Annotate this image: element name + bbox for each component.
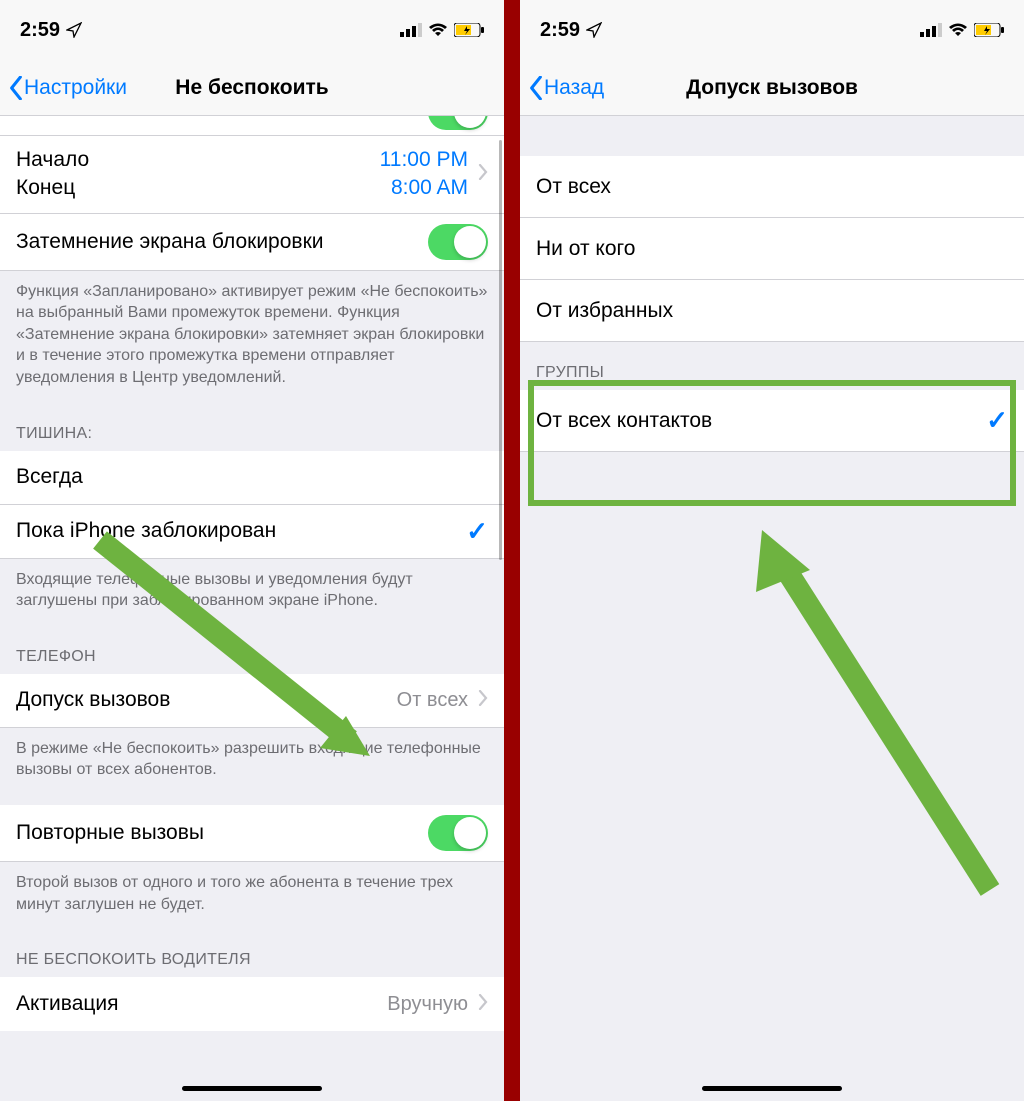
cellular-icon <box>400 23 422 37</box>
cellular-icon <box>920 23 942 37</box>
activation-row[interactable]: Активация Вручную <box>0 977 504 1031</box>
scheduled-switch[interactable] <box>428 116 488 130</box>
nav-bar: Назад Допуск вызовов <box>520 60 1024 116</box>
scheduled-footer: Функция «Запланировано» активирует режим… <box>0 271 504 403</box>
end-label: Конец <box>16 174 380 202</box>
silence-always-row[interactable]: Всегда <box>0 451 504 505</box>
battery-charging-icon <box>974 23 1004 37</box>
checkmark-icon: ✓ <box>466 516 488 547</box>
status-time: 2:59 <box>540 19 580 42</box>
back-label: Назад <box>544 76 604 100</box>
status-bar: 2:59 <box>520 0 1024 60</box>
wifi-icon <box>428 23 448 37</box>
battery-charging-icon <box>454 23 484 37</box>
silence-always-label: Всегда <box>16 465 488 489</box>
dim-lock-label: Затемнение экрана блокировки <box>16 230 428 254</box>
allow-calls-value: От всех <box>397 689 468 712</box>
dim-lock-screen-row[interactable]: Затемнение экрана блокировки <box>0 214 504 271</box>
settings-content: Начало Конец 11:00 PM 8:00 AM Затемнение… <box>0 116 504 1031</box>
repeated-label: Повторные вызовы <box>16 821 428 845</box>
option-all-contacts-row[interactable]: От всех контактов ✓ <box>520 390 1024 452</box>
allow-calls-label: Допуск вызовов <box>16 688 397 712</box>
chevron-left-icon <box>8 76 24 100</box>
checkmark-icon: ✓ <box>986 405 1008 436</box>
activation-value: Вручную <box>387 993 468 1016</box>
option-all-contacts-label: От всех контактов <box>536 409 986 433</box>
home-indicator[interactable] <box>182 1086 322 1091</box>
back-button[interactable]: Настройки <box>8 76 127 100</box>
back-label: Настройки <box>24 76 127 100</box>
groups-header: ГРУППЫ <box>520 342 1024 390</box>
option-favorites-row[interactable]: От избранных <box>520 280 1024 342</box>
status-time: 2:59 <box>20 19 60 42</box>
option-noone-label: Ни от кого <box>536 237 1008 261</box>
chevron-right-icon <box>478 992 488 1016</box>
quiet-hours-row[interactable]: Начало Конец 11:00 PM 8:00 AM <box>0 136 504 214</box>
end-value: 8:00 AM <box>391 174 468 202</box>
phone-header: ТЕЛЕФОН <box>0 626 504 674</box>
back-button[interactable]: Назад <box>528 76 604 100</box>
repeated-footer: Второй вызов от одного и того же абонент… <box>0 862 504 929</box>
start-label: Начало <box>16 146 380 174</box>
driver-header: НЕ БЕСПОКОИТЬ ВОДИТЕЛЯ <box>0 929 504 977</box>
status-bar: 2:59 <box>0 0 504 60</box>
left-screenshot: 2:59 Настройки Не беспокоить Начал <box>0 0 512 1101</box>
option-everyone-label: От всех <box>536 175 1008 199</box>
annotation-arrow <box>710 500 1010 900</box>
chevron-right-icon <box>478 688 488 712</box>
nav-title: Допуск вызовов <box>686 76 858 100</box>
option-favorites-label: От избранных <box>536 299 1008 323</box>
home-indicator[interactable] <box>702 1086 842 1091</box>
dim-lock-switch[interactable] <box>428 224 488 260</box>
repeated-calls-row[interactable]: Повторные вызовы <box>0 805 504 862</box>
chevron-right-icon <box>478 162 488 186</box>
repeated-switch[interactable] <box>428 815 488 851</box>
option-noone-row[interactable]: Ни от кого <box>520 218 1024 280</box>
wifi-icon <box>948 23 968 37</box>
scheduled-row-partial[interactable] <box>0 116 504 136</box>
allow-calls-row[interactable]: Допуск вызовов От всех <box>0 674 504 728</box>
silence-footer: Входящие телефонные вызовы и уведомления… <box>0 559 504 626</box>
activation-label: Активация <box>16 992 387 1016</box>
allow-calls-footer: В режиме «Не беспокоить» разрешить входя… <box>0 728 504 795</box>
silence-header: ТИШИНА: <box>0 403 504 451</box>
allow-calls-content: От всех Ни от кого От избранных ГРУППЫ О… <box>520 116 1024 452</box>
silence-locked-label: Пока iPhone заблокирован <box>16 519 466 543</box>
scroll-indicator[interactable] <box>499 140 502 560</box>
chevron-left-icon <box>528 76 544 100</box>
right-screenshot: 2:59 Назад Допуск вызовов От всех Ни от <box>512 0 1024 1101</box>
silence-locked-row[interactable]: Пока iPhone заблокирован ✓ <box>0 505 504 559</box>
start-value: 11:00 PM <box>380 146 468 174</box>
nav-bar: Настройки Не беспокоить <box>0 60 504 116</box>
option-everyone-row[interactable]: От всех <box>520 156 1024 218</box>
location-icon <box>586 22 602 38</box>
nav-title: Не беспокоить <box>175 76 328 100</box>
location-icon <box>66 22 82 38</box>
